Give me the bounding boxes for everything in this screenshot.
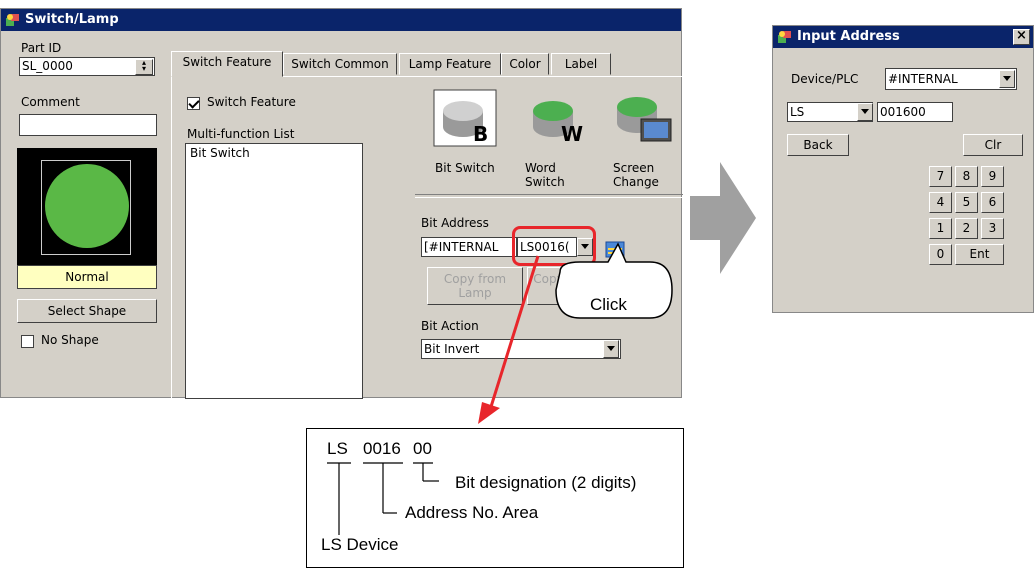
address-area-desc: Address No. Area <box>405 503 539 522</box>
part-id-label: Part ID <box>21 41 62 55</box>
separator <box>415 194 683 198</box>
word-switch-label: Word Switch <box>525 161 565 189</box>
red-pointer-arrow <box>478 255 540 424</box>
list-item[interactable]: Bit Switch <box>186 144 362 162</box>
bit-address-label: Bit Address <box>421 216 489 230</box>
bit-designation-desc: Bit designation (2 digits) <box>455 473 637 492</box>
tab-color[interactable]: Color <box>501 53 549 75</box>
key-5[interactable]: 5 <box>955 192 978 213</box>
tab-label[interactable]: Label <box>551 53 611 75</box>
device-plc-field[interactable]: #INTERNAL <box>885 68 1017 90</box>
key-4[interactable]: 4 <box>929 192 952 213</box>
key-6[interactable]: 6 <box>981 192 1004 213</box>
input-window-title: Input Address <box>797 29 900 44</box>
switch-feature-label: Switch Feature <box>207 95 296 109</box>
multi-function-list[interactable]: Bit Switch <box>185 143 363 399</box>
bit-action-dropdown[interactable] <box>603 340 619 358</box>
close-button[interactable]: × <box>1013 29 1030 45</box>
key-2[interactable]: 2 <box>955 218 978 239</box>
svg-text:B: B <box>473 122 488 146</box>
word-switch-icon[interactable]: W <box>523 89 587 147</box>
window-title: Switch/Lamp <box>25 12 119 27</box>
bit-switch-label: Bit Switch <box>435 161 495 175</box>
ls-device-desc: LS Device <box>321 535 399 554</box>
tab-lamp-feature[interactable]: Lamp Feature <box>399 53 501 75</box>
key-3[interactable]: 3 <box>981 218 1004 239</box>
shape-preview <box>17 148 157 265</box>
comment-field[interactable] <box>19 114 157 136</box>
switch-feature-checkbox[interactable] <box>187 97 200 110</box>
tab-switch-feature[interactable]: Switch Feature <box>171 51 283 77</box>
back-button[interactable]: Back <box>787 134 849 156</box>
bit-switch-icon[interactable]: B <box>433 89 497 147</box>
lamp-circle <box>45 164 129 248</box>
key-9[interactable]: 9 <box>981 166 1004 187</box>
address-field[interactable]: 001600 <box>877 102 953 122</box>
no-shape-label: No Shape <box>41 333 99 347</box>
comment-label: Comment <box>21 95 80 109</box>
device-plc-dropdown[interactable] <box>999 70 1015 88</box>
device-type-dropdown[interactable] <box>857 103 873 121</box>
key-1[interactable]: 1 <box>929 218 952 239</box>
tab-switch-common[interactable]: Switch Common <box>283 53 397 75</box>
part-id-spinner[interactable]: ▴ ▾ <box>135 59 153 75</box>
svg-text:W: W <box>561 122 583 146</box>
device-plc-label: Device/PLC <box>791 72 859 86</box>
address-explanation-box: LS 0016 00 Bit designation (2 digits) Ad… <box>306 428 684 568</box>
flow-arrow <box>690 162 756 274</box>
no-shape-checkbox[interactable] <box>21 335 34 348</box>
input-address-titlebar: Input Address <box>773 26 1033 48</box>
key-8[interactable]: 8 <box>955 166 978 187</box>
key-0[interactable]: 0 <box>929 244 952 265</box>
multi-function-label: Multi-function List <box>187 127 295 141</box>
key-7[interactable]: 7 <box>929 166 952 187</box>
screen-change-label: Screen Change <box>613 161 659 189</box>
switch-lamp-titlebar: Switch/Lamp <box>1 9 681 31</box>
ent-button[interactable]: Ent <box>955 244 1004 265</box>
app-icon <box>6 14 19 26</box>
select-shape-button[interactable]: Select Shape <box>17 299 157 323</box>
click-callout-bubble <box>555 242 673 319</box>
app-icon <box>778 31 791 43</box>
switch-lamp-window: Switch/Lamp Part ID SL_0000 ▴ ▾ Comment N… <box>0 8 683 399</box>
preview-state-label: Normal <box>17 265 157 289</box>
clr-button[interactable]: Clr <box>963 134 1023 156</box>
screen-change-icon[interactable] <box>611 89 675 147</box>
input-address-window: Input Address × Device/PLC #INTERNAL LS … <box>772 25 1034 313</box>
click-callout-text: Click <box>590 295 627 314</box>
